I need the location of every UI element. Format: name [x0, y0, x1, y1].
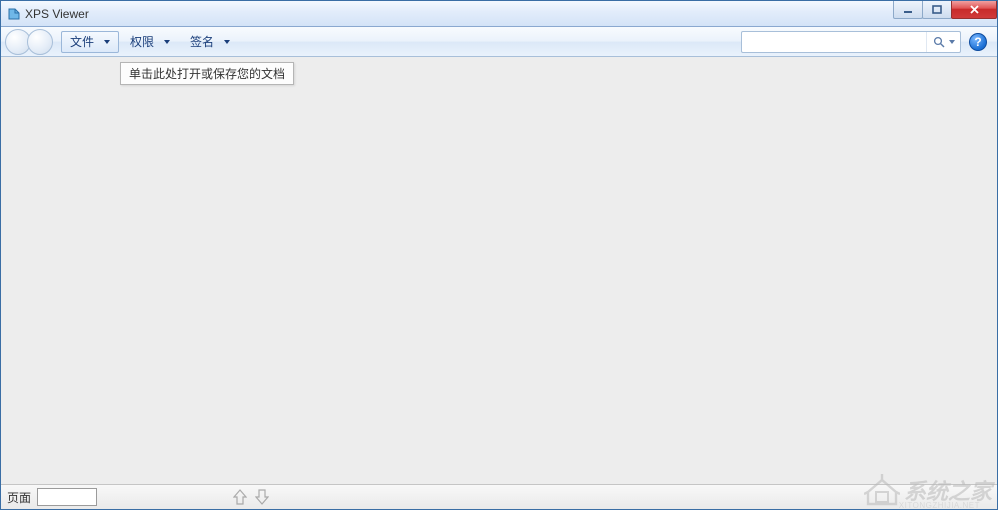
- help-button[interactable]: ?: [969, 33, 987, 51]
- search-input[interactable]: [742, 32, 926, 52]
- close-button[interactable]: [951, 1, 997, 19]
- window-controls: [894, 1, 997, 21]
- file-menu-tooltip: 单击此处打开或保存您的文档: [120, 62, 294, 85]
- search-box: [741, 31, 961, 53]
- document-area: 单击此处打开或保存您的文档: [1, 57, 997, 484]
- window-title: XPS Viewer: [25, 7, 89, 21]
- toolbar: 文件 权限 签名 ?: [1, 27, 997, 57]
- chevron-down-icon: [164, 40, 170, 44]
- search-icon: [933, 36, 945, 48]
- signature-menu[interactable]: 签名: [181, 31, 239, 53]
- permissions-menu[interactable]: 权限: [121, 31, 179, 53]
- chevron-down-icon: [949, 40, 955, 44]
- app-icon: [7, 7, 21, 21]
- forward-button[interactable]: [27, 29, 53, 55]
- title-bar: XPS Viewer: [1, 1, 997, 27]
- nav-history: [5, 29, 53, 55]
- chevron-down-icon: [224, 40, 230, 44]
- file-menu[interactable]: 文件: [61, 31, 119, 53]
- page-input[interactable]: [37, 488, 97, 506]
- main-window: XPS Viewer 文件 权限 签名: [0, 0, 998, 510]
- signature-menu-label: 签名: [190, 33, 214, 50]
- minimize-button[interactable]: [893, 1, 923, 19]
- page-down-button[interactable]: [255, 489, 269, 505]
- page-nav: [233, 489, 269, 505]
- status-bar: 页面: [1, 484, 997, 509]
- maximize-button[interactable]: [922, 1, 952, 19]
- page-up-button[interactable]: [233, 489, 247, 505]
- permissions-menu-label: 权限: [130, 33, 154, 50]
- help-icon: ?: [974, 35, 981, 49]
- file-menu-label: 文件: [70, 33, 94, 50]
- search-button[interactable]: [926, 32, 960, 52]
- page-label: 页面: [7, 489, 31, 506]
- tooltip-text: 单击此处打开或保存您的文档: [129, 67, 285, 81]
- chevron-down-icon: [104, 40, 110, 44]
